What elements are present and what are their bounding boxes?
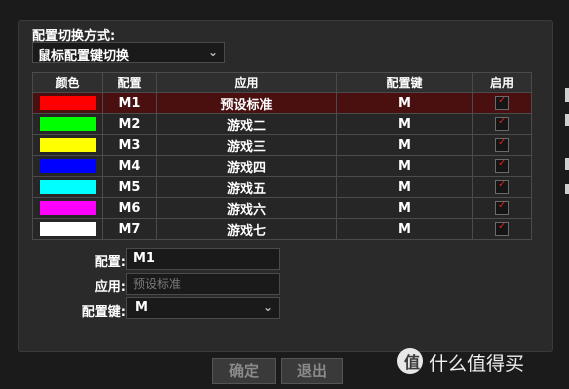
profile-cell: M7 bbox=[102, 218, 157, 240]
col-header-app: 应用 bbox=[156, 72, 337, 93]
profile-label: 配置: bbox=[94, 255, 126, 270]
color-cell bbox=[32, 92, 103, 114]
profile-cell: M2 bbox=[102, 113, 157, 135]
enabled-cell: ✓ bbox=[472, 176, 532, 198]
key-cell: M bbox=[336, 92, 473, 114]
col-header-color: 颜色 bbox=[32, 72, 103, 93]
color-cell bbox=[32, 155, 103, 177]
profile-cell: M1 bbox=[102, 92, 157, 114]
check-icon: ✓ bbox=[498, 158, 507, 169]
color-cell bbox=[32, 176, 103, 198]
app-cell: 游戏五 bbox=[156, 176, 337, 198]
key-label: 配置键: bbox=[81, 305, 126, 320]
edge-fragment bbox=[565, 114, 569, 126]
watermark-text: 什么值得买 bbox=[429, 353, 525, 375]
key-cell: M bbox=[336, 113, 473, 135]
check-icon: ✓ bbox=[498, 179, 507, 190]
table-header-row: 颜色 配置 应用 配置键 启用 bbox=[32, 72, 532, 93]
enabled-checkbox[interactable]: ✓ bbox=[495, 95, 509, 110]
enabled-cell: ✓ bbox=[472, 155, 532, 177]
app-label: 应用: bbox=[94, 280, 126, 295]
color-swatch[interactable] bbox=[39, 138, 96, 152]
key-dropdown[interactable]: M ⌄ bbox=[126, 297, 280, 319]
table-row[interactable]: M6 游戏六 M ✓ bbox=[32, 197, 532, 219]
check-icon: ✓ bbox=[498, 95, 507, 106]
enabled-checkbox[interactable]: ✓ bbox=[495, 116, 509, 131]
enabled-checkbox[interactable]: ✓ bbox=[495, 158, 509, 173]
key-cell: M bbox=[336, 176, 473, 198]
exit-button[interactable]: 退出 bbox=[281, 358, 343, 384]
enabled-cell: ✓ bbox=[472, 218, 532, 240]
app-cell: 游戏七 bbox=[156, 218, 337, 240]
enabled-checkbox[interactable]: ✓ bbox=[495, 200, 509, 215]
key-cell: M bbox=[336, 155, 473, 177]
table-row[interactable]: M4 游戏四 M ✓ bbox=[32, 155, 532, 177]
switch-mode-value: 鼠标配置键切换 bbox=[38, 49, 130, 64]
profile-table: 颜色 配置 应用 配置键 启用 M1 预设标准 M ✓ M2 游戏二 M ✓ M… bbox=[32, 72, 532, 240]
table-row[interactable]: M7 游戏七 M ✓ bbox=[32, 218, 532, 240]
color-cell bbox=[32, 113, 103, 135]
color-swatch[interactable] bbox=[39, 96, 96, 110]
confirm-button[interactable]: 确定 bbox=[212, 358, 276, 384]
col-header-key: 配置键 bbox=[336, 72, 473, 93]
enabled-cell: ✓ bbox=[472, 134, 532, 156]
app-cell: 游戏三 bbox=[156, 134, 337, 156]
app-cell: 游戏六 bbox=[156, 197, 337, 219]
check-icon: ✓ bbox=[498, 200, 507, 211]
app-cell: 预设标准 bbox=[156, 92, 337, 114]
enabled-checkbox[interactable]: ✓ bbox=[495, 221, 509, 236]
table-row[interactable]: M5 游戏五 M ✓ bbox=[32, 176, 532, 198]
enabled-cell: ✓ bbox=[472, 92, 532, 114]
edge-fragment bbox=[565, 88, 569, 102]
col-header-profile: 配置 bbox=[102, 72, 157, 93]
key-dropdown-value: M bbox=[135, 300, 148, 315]
chevron-down-icon: ⌄ bbox=[262, 300, 273, 314]
check-icon: ✓ bbox=[498, 116, 507, 127]
check-icon: ✓ bbox=[498, 221, 507, 232]
color-swatch[interactable] bbox=[39, 159, 96, 173]
app-cell: 游戏四 bbox=[156, 155, 337, 177]
profile-cell: M6 bbox=[102, 197, 157, 219]
edge-fragment bbox=[565, 158, 569, 170]
profile-cell: M4 bbox=[102, 155, 157, 177]
enabled-cell: ✓ bbox=[472, 113, 532, 135]
profile-field[interactable]: M1 bbox=[126, 248, 280, 270]
color-swatch[interactable] bbox=[39, 180, 96, 194]
app-cell: 游戏二 bbox=[156, 113, 337, 135]
table-row[interactable]: M1 预设标准 M ✓ bbox=[32, 92, 532, 114]
check-icon: ✓ bbox=[498, 137, 507, 148]
color-cell bbox=[32, 197, 103, 219]
switch-mode-dropdown[interactable]: 鼠标配置键切换 ⌄ bbox=[32, 42, 225, 64]
color-cell bbox=[32, 218, 103, 240]
color-cell bbox=[32, 134, 103, 156]
watermark-logo-char: 值 bbox=[404, 353, 421, 372]
enabled-checkbox[interactable]: ✓ bbox=[495, 179, 509, 194]
table-row[interactable]: M3 游戏三 M ✓ bbox=[32, 134, 532, 156]
color-swatch[interactable] bbox=[39, 222, 96, 236]
col-header-enabled: 启用 bbox=[472, 72, 532, 93]
color-swatch[interactable] bbox=[39, 117, 96, 131]
enabled-checkbox[interactable]: ✓ bbox=[495, 137, 509, 152]
watermark-logo-icon: 值 bbox=[397, 348, 423, 374]
enabled-cell: ✓ bbox=[472, 197, 532, 219]
key-cell: M bbox=[336, 218, 473, 240]
key-cell: M bbox=[336, 197, 473, 219]
key-cell: M bbox=[336, 134, 473, 156]
profile-cell: M3 bbox=[102, 134, 157, 156]
chevron-down-icon: ⌄ bbox=[207, 45, 218, 59]
table-row[interactable]: M2 游戏二 M ✓ bbox=[32, 113, 532, 135]
profile-cell: M5 bbox=[102, 176, 157, 198]
color-swatch[interactable] bbox=[39, 201, 96, 215]
app-field[interactable]: 预设标准 bbox=[126, 273, 280, 295]
edge-fragment bbox=[565, 184, 569, 194]
